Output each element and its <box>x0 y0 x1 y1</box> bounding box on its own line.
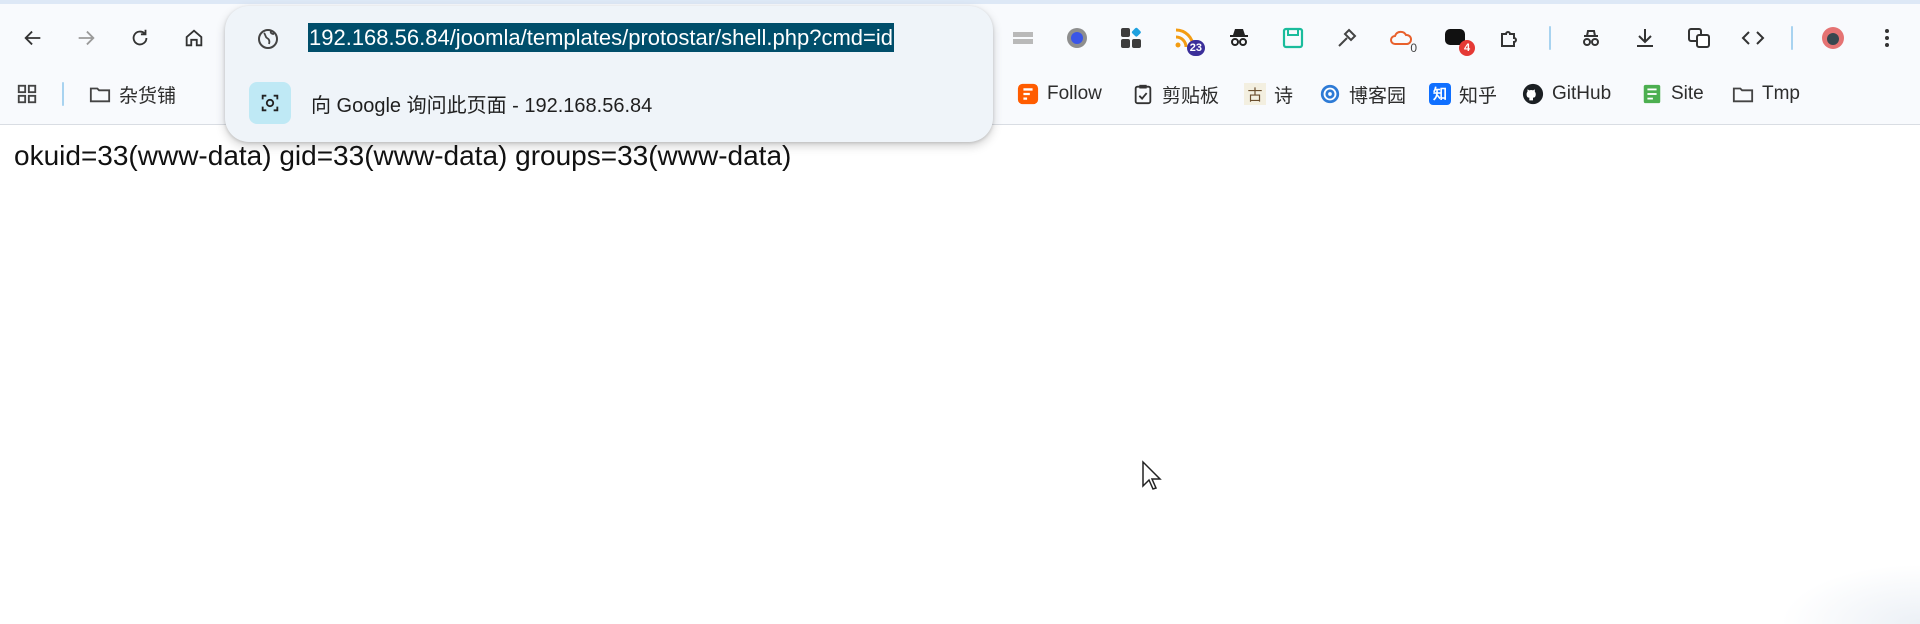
panel-icon <box>1013 32 1033 44</box>
profile-avatar[interactable] <box>1815 20 1851 56</box>
extension-tools-button[interactable] <box>1329 20 1365 56</box>
downloads-button[interactable] <box>1627 20 1663 56</box>
reload-button[interactable] <box>124 22 156 54</box>
bookmarks-separator <box>62 82 64 106</box>
save-icon <box>1282 27 1304 49</box>
bookmark-folder-tmp[interactable]: Tmp <box>1732 76 1800 112</box>
follow-icon <box>1017 83 1039 105</box>
translate-icon <box>1688 28 1710 48</box>
corner-shadow <box>1780 564 1920 624</box>
bookmark-label: Follow <box>1047 83 1102 104</box>
record-icon <box>1067 28 1087 48</box>
bookmark-site[interactable]: Site <box>1641 76 1704 112</box>
menu-button[interactable] <box>1869 20 1905 56</box>
rss-count-badge: 23 <box>1186 40 1205 56</box>
download-icon <box>1637 29 1653 47</box>
spy-icon <box>1583 30 1599 46</box>
bookmark-folder-zahuopu[interactable]: 杂货铺 <box>89 76 176 112</box>
extension-save-button[interactable] <box>1275 20 1311 56</box>
home-button[interactable] <box>178 22 210 54</box>
clipboard-icon <box>1132 83 1154 105</box>
arrow-right-icon <box>78 30 95 46</box>
devtools-button[interactable] <box>1735 20 1771 56</box>
bookmark-follow[interactable]: Follow <box>1017 76 1102 112</box>
bookmark-label: 诗 <box>1274 85 1294 107</box>
bookmark-label: GitHub <box>1552 83 1612 104</box>
translate-button[interactable] <box>1681 20 1717 56</box>
address-input[interactable]: 192.168.56.84/joomla/templates/protostar… <box>308 21 894 55</box>
bookmark-label: 剪贴板 <box>1162 85 1220 107</box>
incognito-button[interactable] <box>1573 20 1609 56</box>
incognito-icon <box>1230 29 1248 46</box>
tab-strip-edge <box>0 0 1920 4</box>
kebab-menu-icon <box>1885 29 1889 47</box>
gu-icon: 古 <box>1244 83 1266 105</box>
bookmark-github[interactable]: GitHub <box>1522 76 1611 112</box>
wrench-icon <box>1338 28 1357 47</box>
omnibox-suggestion[interactable]: 向 Google 询问此页面 - 192.168.56.84 <box>249 82 652 124</box>
bookmark-label: 杂货铺 <box>119 85 177 107</box>
home-icon <box>185 29 203 47</box>
toolbar-separator-2 <box>1791 26 1793 50</box>
extension-rss-button[interactable]: 23 <box>1167 20 1205 56</box>
bookmark-cnblogs[interactable]: 博客园 <box>1319 76 1406 112</box>
code-icon <box>1741 31 1765 45</box>
extension-notify-button[interactable]: 4 <box>1437 20 1475 56</box>
back-button[interactable] <box>17 22 49 54</box>
reload-icon <box>132 29 148 46</box>
bookmark-label: 知乎 <box>1459 85 1498 107</box>
extensions-menu-button[interactable] <box>1491 20 1527 56</box>
apps-icon <box>16 83 38 105</box>
bookmark-label: Tmp <box>1762 83 1800 104</box>
extension-cloud-button[interactable]: 0 <box>1383 20 1419 56</box>
extension-sidebar-button[interactable] <box>1005 20 1041 56</box>
extension-spy-button[interactable] <box>1221 20 1257 56</box>
apps-shortcut[interactable] <box>16 76 38 112</box>
folder-icon <box>89 83 111 105</box>
bookmark-zhihu[interactable]: 知 知乎 <box>1429 76 1497 112</box>
bookmark-label: 博客园 <box>1349 85 1407 107</box>
bookmark-poetry[interactable]: 古 诗 <box>1244 76 1293 112</box>
site-icon <box>1641 83 1663 105</box>
lens-icon <box>249 82 291 124</box>
toolbar-separator <box>1549 26 1551 50</box>
extension-apps-button[interactable] <box>1113 20 1149 56</box>
notify-count-badge: 4 <box>1459 40 1475 56</box>
puzzle-icon <box>1501 31 1517 47</box>
apps-grid-icon <box>1121 27 1141 48</box>
command-output: okuid=33(www-data) gid=33(www-data) grou… <box>14 140 792 171</box>
globe-icon <box>258 29 278 49</box>
extension-record-button[interactable] <box>1059 20 1095 56</box>
cnblogs-icon <box>1319 83 1341 105</box>
cloud-count-badge: 0 <box>1410 41 1417 55</box>
folder-icon <box>1732 83 1754 105</box>
omnibox-dropdown: 192.168.56.84/joomla/templates/protostar… <box>225 6 993 142</box>
github-icon <box>1522 83 1544 105</box>
arrow-left-icon <box>24 30 41 46</box>
bookmark-clipboard[interactable]: 剪贴板 <box>1132 76 1219 112</box>
url-selection: 192.168.56.84/joomla/templates/protostar… <box>308 23 894 52</box>
forward-button[interactable] <box>70 22 102 54</box>
avatar-icon <box>1822 27 1844 49</box>
suggestion-text: 向 Google 询问此页面 - 192.168.56.84 <box>311 94 653 117</box>
zhihu-icon: 知 <box>1429 83 1451 105</box>
bookmark-label: Site <box>1671 83 1704 104</box>
mouse-cursor-icon <box>1142 460 1162 490</box>
